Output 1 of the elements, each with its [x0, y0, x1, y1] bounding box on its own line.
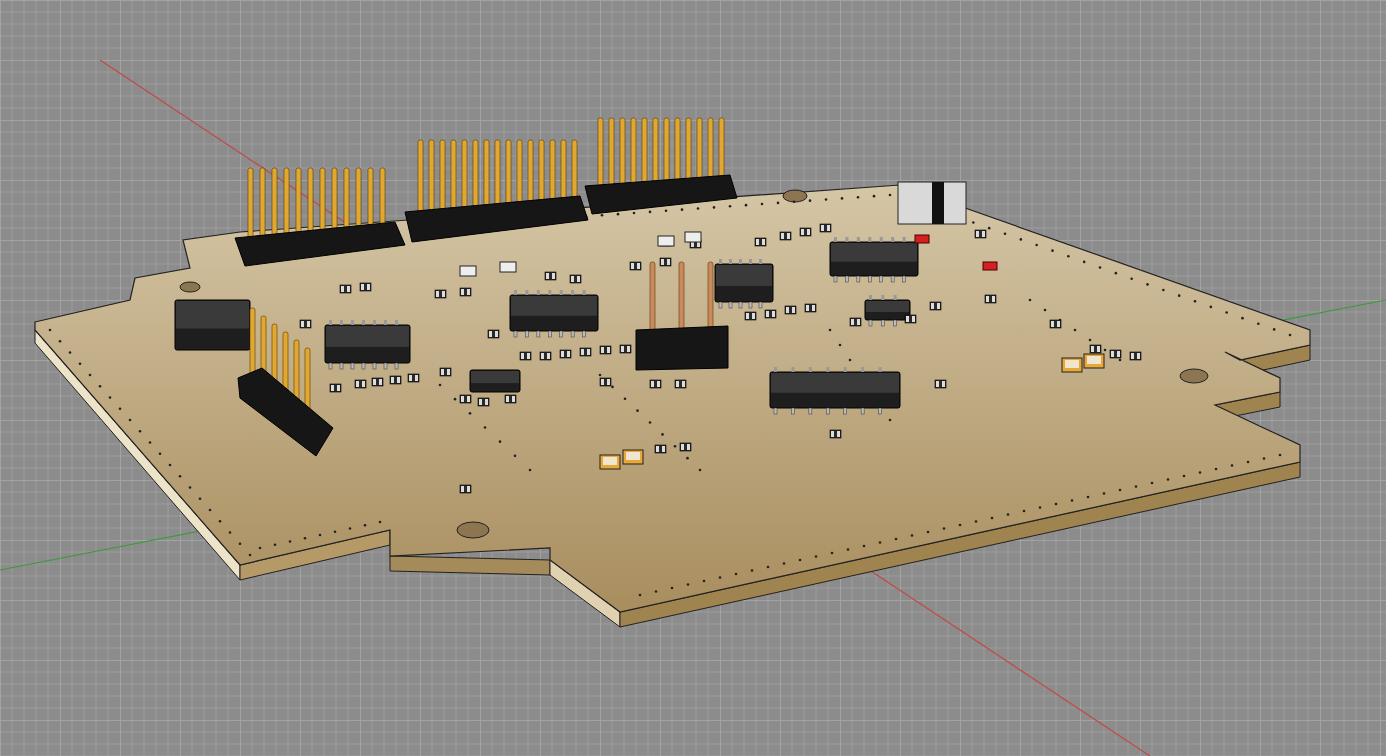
3d-viewport[interactable] — [0, 0, 1386, 756]
